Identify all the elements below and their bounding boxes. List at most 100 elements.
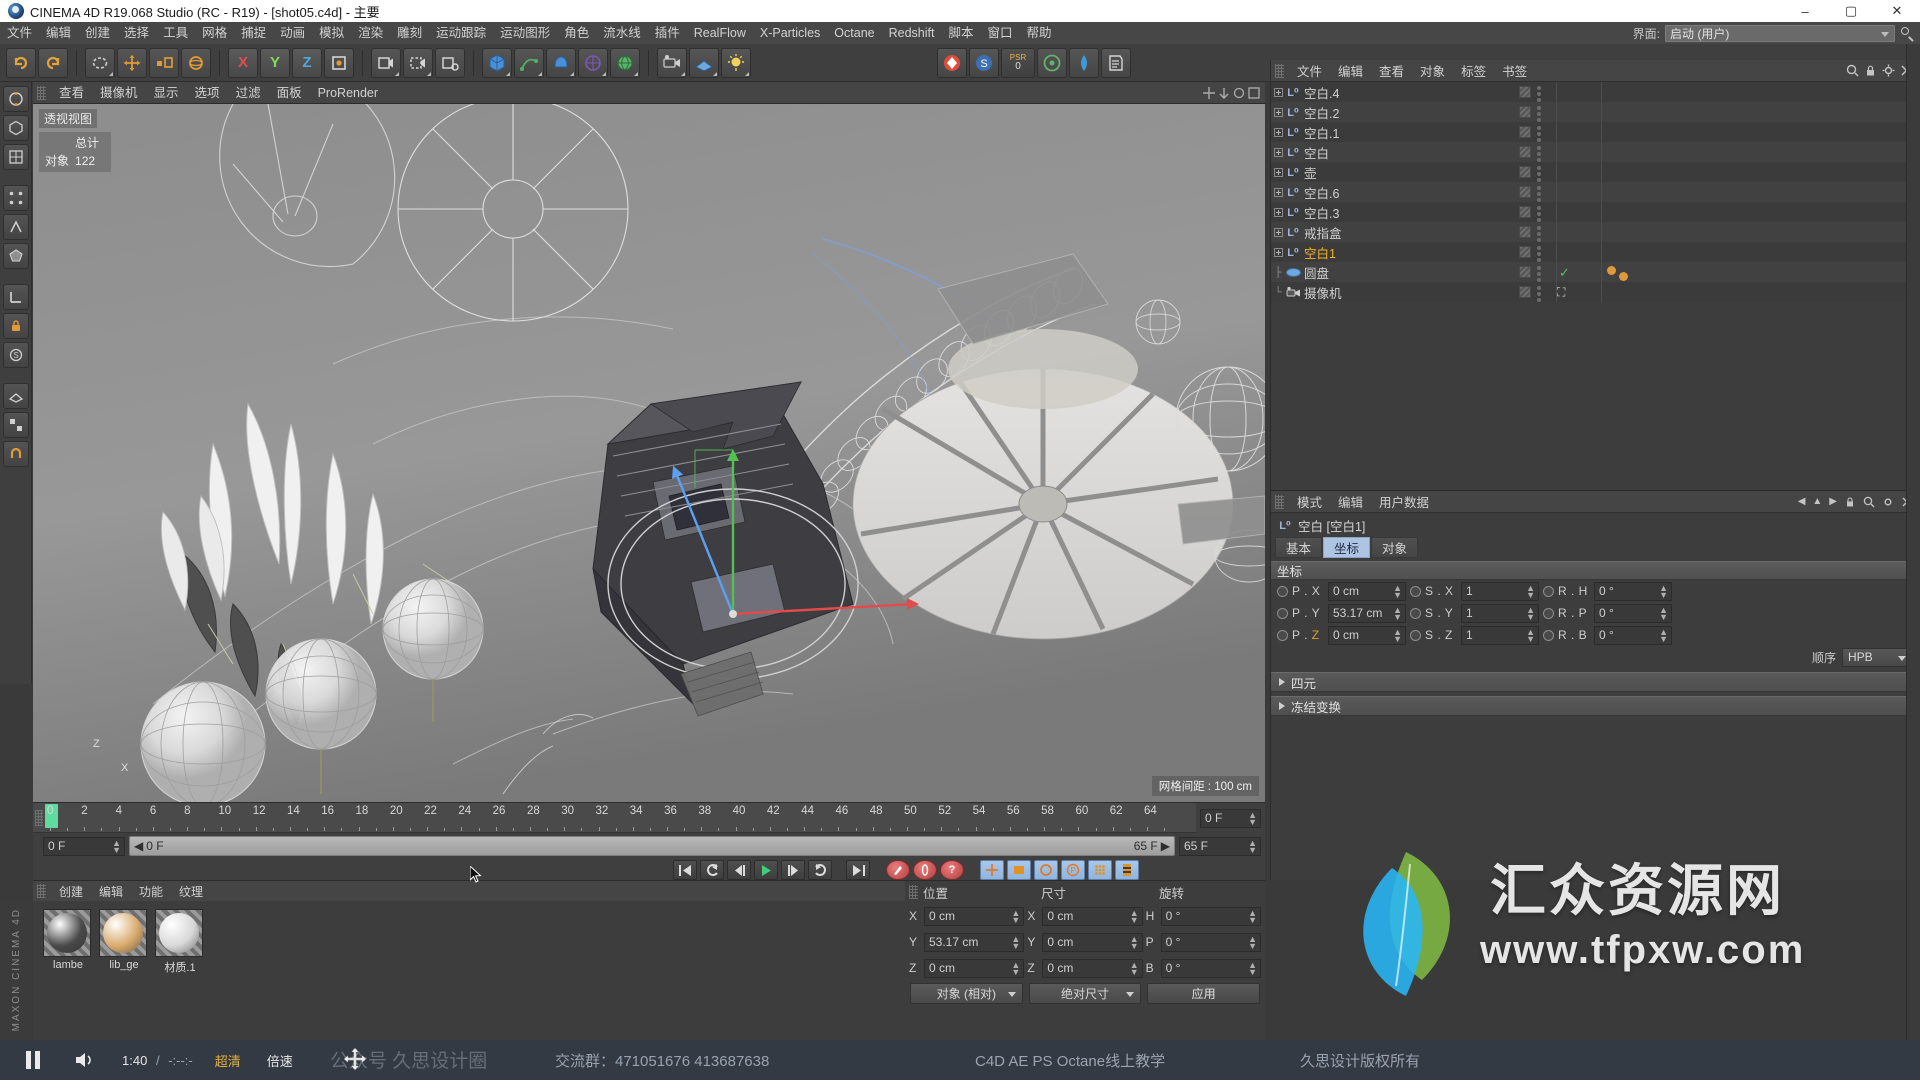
- axis-z-button[interactable]: Z: [292, 47, 322, 78]
- spinner-icon[interactable]: ▲ ▼: [1248, 908, 1257, 924]
- scale-key-toggle[interactable]: [1007, 860, 1031, 880]
- redo-button[interactable]: [38, 47, 68, 78]
- psr-indicator[interactable]: PSR 0: [1001, 47, 1035, 78]
- viewport-menu-camera[interactable]: 摄像机: [92, 82, 146, 104]
- render-view-button[interactable]: [371, 47, 401, 78]
- timeline-ruler[interactable]: 0 2 4 6 8 10 12 14 16 18 20 22 24 26 28 30 32 34 36 38 40 42 4…: [33, 803, 1196, 833]
- live-selection-tool-button[interactable]: [85, 47, 115, 78]
- spinner-icon[interactable]: ▲ ▼: [1011, 908, 1020, 924]
- search-icon[interactable]: [1863, 496, 1875, 508]
- object-row[interactable]: L⁰ 空白.4: [1271, 82, 1920, 102]
- lock-icon[interactable]: [1864, 64, 1877, 77]
- spinner-icon[interactable]: ▲ ▼: [1659, 583, 1668, 599]
- object-menu-edit[interactable]: 编辑: [1330, 61, 1371, 80]
- light-object-button[interactable]: [721, 47, 751, 78]
- octane-render-button[interactable]: [937, 47, 967, 78]
- step-forward-button[interactable]: [781, 860, 805, 880]
- snap-enable-button[interactable]: S: [2, 342, 29, 368]
- go-to-end-button[interactable]: [846, 860, 870, 880]
- object-layer-swatch[interactable]: [1519, 186, 1531, 198]
- object-layer-swatch[interactable]: [1519, 206, 1531, 218]
- menu-item-motion-tracker[interactable]: 运动跟踪: [429, 22, 493, 44]
- rotation-order-select[interactable]: HPB: [1842, 647, 1912, 667]
- attribute-menu-edit[interactable]: 编辑: [1330, 492, 1371, 511]
- environment-button[interactable]: [610, 47, 640, 78]
- maximize-button[interactable]: ▢: [1828, 0, 1874, 22]
- coord-pos-x-field[interactable]: 0 cm ▲ ▼: [924, 906, 1025, 926]
- visibility-dots-icon[interactable]: [1537, 86, 1541, 102]
- visibility-dots-icon[interactable]: [1537, 206, 1541, 222]
- coord-pos-y-field[interactable]: 53.17 cm ▲ ▼: [924, 932, 1025, 952]
- spinner-icon[interactable]: ▲ ▼: [1393, 583, 1402, 599]
- panel-grip-icon[interactable]: [37, 884, 46, 898]
- object-layer-swatch[interactable]: [1519, 266, 1531, 278]
- panel-grip-icon[interactable]: [37, 85, 46, 100]
- expand-toggle-icon[interactable]: [1271, 207, 1285, 217]
- object-row[interactable]: └ 摄像机 ⛶: [1271, 282, 1920, 302]
- visibility-dots-icon[interactable]: [1537, 266, 1541, 282]
- menu-item-create[interactable]: 创建: [78, 22, 117, 44]
- expand-toggle-icon[interactable]: [1271, 247, 1285, 257]
- pan-view-icon[interactable]: [1203, 86, 1215, 99]
- rotation-key-toggle[interactable]: [1034, 860, 1058, 880]
- sy-lock-radio[interactable]: [1410, 607, 1421, 619]
- lock-axis-button[interactable]: [2, 313, 29, 339]
- apply-button[interactable]: 应用: [1147, 983, 1261, 1004]
- object-row[interactable]: L⁰ 空白.1: [1271, 122, 1920, 142]
- visibility-dots-icon[interactable]: [1537, 146, 1541, 162]
- history-forward-icon[interactable]: ▶: [1829, 496, 1837, 507]
- material-tag-icon[interactable]: [1619, 272, 1628, 281]
- generator-button[interactable]: [546, 47, 576, 78]
- sz-lock-radio[interactable]: [1410, 629, 1421, 641]
- tab-basic[interactable]: 基本: [1275, 537, 1323, 558]
- sx-lock-radio[interactable]: [1410, 585, 1421, 597]
- expand-toggle-icon[interactable]: [1271, 167, 1285, 177]
- quantize-button[interactable]: [2, 412, 29, 438]
- material-menu-edit[interactable]: 编辑: [91, 883, 131, 900]
- rotate-view-icon[interactable]: [1233, 87, 1245, 99]
- scrub-left-arrow-icon[interactable]: ◀: [134, 839, 143, 853]
- material-swatch[interactable]: 材质.1: [155, 909, 205, 975]
- viewport-menu-view[interactable]: 查看: [51, 82, 92, 104]
- lock-icon[interactable]: [1844, 496, 1856, 508]
- object-row[interactable]: ├ 圆盘 ✓: [1271, 262, 1920, 282]
- menu-item-render[interactable]: 渲染: [351, 22, 390, 44]
- object-menu-objects[interactable]: 对象: [1412, 61, 1453, 80]
- material-menu-create[interactable]: 创建: [51, 883, 91, 900]
- menu-item-mesh[interactable]: 网格: [195, 22, 234, 44]
- object-row[interactable]: L⁰ 壶: [1271, 162, 1920, 182]
- spinner-icon[interactable]: ▲ ▼: [1130, 908, 1139, 924]
- spinner-icon[interactable]: ▲ ▼: [1659, 627, 1668, 643]
- player-quality-button[interactable]: 超清: [215, 1051, 241, 1070]
- sy-field[interactable]: 1 ▲ ▼: [1461, 603, 1539, 623]
- object-menu-tags[interactable]: 标签: [1453, 61, 1494, 80]
- expand-toggle-icon[interactable]: [1271, 187, 1285, 197]
- current-frame-field[interactable]: 0 F ▲ ▼: [43, 836, 125, 856]
- search-icon[interactable]: [1846, 64, 1859, 77]
- player-speed-button[interactable]: 倍速: [267, 1051, 293, 1070]
- object-enabled-check-icon[interactable]: ✓: [1559, 265, 1570, 281]
- material-menu-function[interactable]: 功能: [131, 883, 171, 900]
- texture-mode-button[interactable]: [2, 144, 29, 170]
- spinner-icon[interactable]: ▲ ▼: [112, 838, 121, 854]
- visibility-dots-icon[interactable]: [1537, 186, 1541, 202]
- record-active-objects-button[interactable]: [886, 860, 910, 880]
- viewport-3d-scene[interactable]: 透视视图 总计 对象 122 Z X 网格间距 : 100 cm: [33, 104, 1265, 802]
- redshift-render-button[interactable]: S: [969, 47, 999, 78]
- attribute-menu-mode[interactable]: 模式: [1289, 492, 1330, 511]
- spinner-icon[interactable]: ▲ ▼: [1393, 627, 1402, 643]
- xparticles-button[interactable]: [1037, 47, 1067, 78]
- timeline-range-scrubber[interactable]: ◀ 0 F 65 F ▶: [129, 836, 1175, 856]
- visibility-dots-icon[interactable]: [1537, 246, 1541, 262]
- polygons-mode-button[interactable]: [2, 243, 29, 269]
- realflow-button[interactable]: [1069, 47, 1099, 78]
- undo-button[interactable]: [6, 47, 36, 78]
- spinner-icon[interactable]: ▲ ▼: [1011, 934, 1020, 950]
- autokeying-button[interactable]: [913, 860, 937, 880]
- object-menu-view[interactable]: 查看: [1371, 61, 1412, 80]
- visibility-dots-icon[interactable]: [1537, 226, 1541, 242]
- spinner-icon[interactable]: ▲ ▼: [1130, 960, 1139, 976]
- object-tree-list[interactable]: L⁰ 空白.4 L⁰ 空白.2 L⁰ 空白.1 L⁰ 空白 L⁰ 壶 L⁰ 空白.6 L⁰ 空白.3 L⁰ 戒…: [1271, 82, 1920, 302]
- menu-item-sculpt[interactable]: 雕刻: [390, 22, 429, 44]
- coordinate-mode-select[interactable]: 对象 (相对): [910, 983, 1023, 1004]
